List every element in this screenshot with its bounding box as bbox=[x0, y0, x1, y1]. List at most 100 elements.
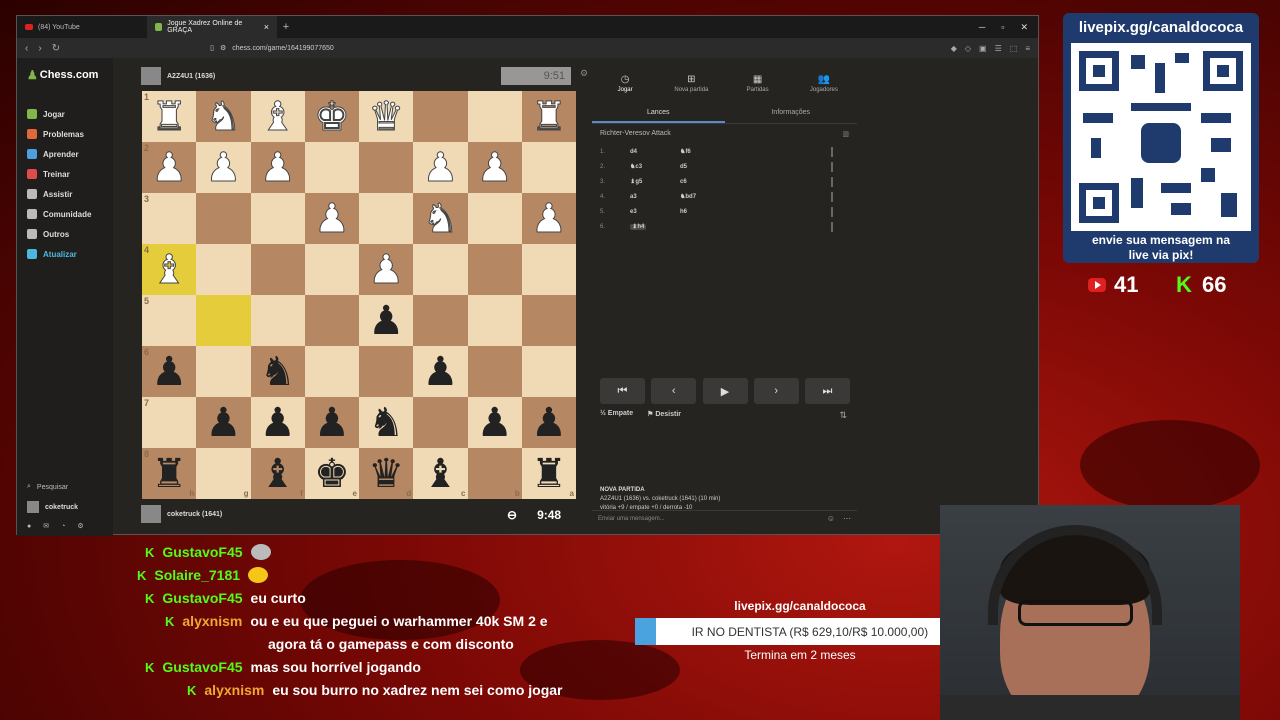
black-pawn-icon[interactable]: ♟ bbox=[368, 301, 404, 341]
flip-board-icon[interactable]: ⇅ bbox=[839, 410, 847, 421]
black-pawn-icon[interactable]: ♟ bbox=[314, 403, 350, 443]
chat-username[interactable]: alyxnism bbox=[204, 682, 264, 698]
board-square[interactable] bbox=[467, 346, 522, 397]
board-square[interactable] bbox=[413, 91, 468, 142]
user-item[interactable]: coketruck bbox=[27, 501, 78, 513]
black-pawn-icon[interactable]: ♟ bbox=[477, 403, 513, 443]
white-move[interactable]: d4 bbox=[630, 149, 680, 155]
extension-icon[interactable]: ▣ bbox=[979, 44, 987, 53]
forward-icon[interactable]: › bbox=[38, 43, 41, 54]
black-knight-icon[interactable]: ♞ bbox=[260, 352, 296, 392]
white-pawn-icon[interactable]: ♟ bbox=[313, 198, 350, 239]
url-field[interactable]: chess.com/game/164199077650 bbox=[232, 45, 334, 52]
board-square[interactable] bbox=[521, 295, 576, 346]
tab-partidas[interactable]: ▦ Partidas bbox=[725, 68, 791, 98]
board-square[interactable] bbox=[196, 346, 251, 397]
board-square[interactable]: c ♝ bbox=[413, 448, 468, 499]
board-square[interactable]: ♞ bbox=[359, 397, 414, 448]
chat-username[interactable]: Solaire_7181 bbox=[154, 567, 240, 583]
site-info-icon[interactable]: ⚙ bbox=[220, 44, 226, 52]
board-square[interactable] bbox=[196, 193, 251, 244]
board-square[interactable]: d ♛ bbox=[359, 448, 414, 499]
board-square[interactable] bbox=[359, 193, 414, 244]
white-move[interactable]: ♝g5 bbox=[630, 178, 680, 185]
chat-username[interactable]: GustavoF45 bbox=[162, 544, 242, 560]
black-bishop-icon[interactable]: ♝ bbox=[422, 454, 458, 494]
black-move[interactable]: ♞f6 bbox=[680, 148, 730, 155]
board-square[interactable]: e ♚ bbox=[304, 448, 359, 499]
board-square[interactable]: ♞ bbox=[250, 346, 305, 397]
mail-icon[interactable]: ✉ bbox=[43, 522, 49, 530]
extension-icon[interactable]: ☰ bbox=[995, 44, 1002, 53]
white-move[interactable]: a3 bbox=[630, 194, 680, 200]
extension-icon[interactable]: ⬚ bbox=[1010, 44, 1018, 53]
tab-jogadores[interactable]: 👥 Jogadores bbox=[791, 68, 857, 98]
white-pawn-icon[interactable]: ♟ bbox=[259, 147, 296, 188]
board-square[interactable]: ♟ bbox=[521, 397, 576, 448]
board-square[interactable]: ♟ bbox=[413, 346, 468, 397]
board-square[interactable] bbox=[250, 295, 305, 346]
sidebar-item-atualizar[interactable]: Atualizar bbox=[27, 249, 77, 259]
white-move[interactable]: ♞c3 bbox=[630, 163, 680, 170]
board-square[interactable]: 5 bbox=[142, 295, 197, 346]
board-square[interactable]: ♛ bbox=[359, 91, 414, 142]
board-square[interactable]: 3 bbox=[142, 193, 197, 244]
top-player-name[interactable]: A2Z4U1 (1636) bbox=[167, 73, 215, 80]
white-pawn-icon[interactable]: ♟ bbox=[205, 147, 242, 188]
tab-nova-partida[interactable]: ⊞ Nova partida bbox=[658, 68, 724, 98]
new-tab-button[interactable]: + bbox=[277, 21, 295, 33]
board-square[interactable] bbox=[304, 244, 359, 295]
sidebar-item-problemas[interactable]: Problemas bbox=[27, 129, 84, 139]
black-pawn-icon[interactable]: ♟ bbox=[422, 352, 458, 392]
tab-youtube[interactable]: (84) YouTube bbox=[17, 16, 147, 38]
board-square[interactable]: ♟ bbox=[196, 142, 251, 193]
black-rook-icon[interactable]: ♜ bbox=[151, 454, 187, 494]
chat-username[interactable]: GustavoF45 bbox=[162, 659, 242, 675]
black-move[interactable]: ♞bd7 bbox=[680, 193, 730, 200]
board-square[interactable] bbox=[196, 244, 251, 295]
board-square[interactable]: 1 ♜ bbox=[142, 91, 197, 142]
black-pawn-icon[interactable]: ♟ bbox=[205, 403, 241, 443]
board-square[interactable]: 2 ♟ bbox=[142, 142, 197, 193]
board-square[interactable]: ♟ bbox=[359, 244, 414, 295]
board-square[interactable]: b bbox=[467, 448, 522, 499]
chesscom-logo[interactable]: ♟ Chess.com bbox=[27, 68, 98, 82]
board-square[interactable] bbox=[196, 295, 251, 346]
white-king-icon[interactable]: ♚ bbox=[313, 96, 350, 137]
black-pawn-icon[interactable]: ♟ bbox=[260, 403, 296, 443]
board-square[interactable] bbox=[250, 193, 305, 244]
first-move-button[interactable]: ⏮ bbox=[600, 378, 645, 404]
black-move[interactable]: d5 bbox=[680, 164, 730, 170]
board-square[interactable] bbox=[521, 346, 576, 397]
chat-username[interactable]: GustavoF45 bbox=[162, 590, 242, 606]
subtab-informacoes[interactable]: Informações bbox=[725, 102, 858, 123]
menu-icon[interactable]: ≡ bbox=[1025, 44, 1030, 53]
black-knight-icon[interactable]: ♞ bbox=[368, 403, 404, 443]
board-square[interactable]: ♟ bbox=[304, 397, 359, 448]
chess-board[interactable]: 1 ♜ ♞ ♝ ♚ ♛ ♜ 2 ♟ ♟ ♟ ♟ ♟ 3 ♟ ♞ ♟ 4 ♝ ♟ 5 ♟ 6 ♟ ♞ ♟ 7 ♟ ♟ ♟ ♞ ♟ ♟ 8 h ♜ g f ♝ e… bbox=[142, 91, 576, 499]
board-square[interactable] bbox=[359, 142, 414, 193]
white-move[interactable]: ♝h4 bbox=[630, 223, 680, 230]
tab-chess[interactable]: Jogue Xadrez Online de GRAÇA × bbox=[147, 16, 277, 38]
board-square[interactable] bbox=[521, 142, 576, 193]
white-pawn-icon[interactable]: ♟ bbox=[151, 147, 188, 188]
white-move[interactable]: e3 bbox=[630, 209, 680, 215]
board-square[interactable]: 4 ♝ bbox=[142, 244, 197, 295]
sidebar-item-assistir[interactable]: Assistir bbox=[27, 189, 72, 199]
emoji-icon[interactable]: ☺ bbox=[827, 514, 835, 523]
board-square[interactable]: 7 bbox=[142, 397, 197, 448]
black-bishop-icon[interactable]: ♝ bbox=[260, 454, 296, 494]
white-queen-icon[interactable]: ♛ bbox=[368, 96, 405, 137]
board-square[interactable]: 8 h ♜ bbox=[142, 448, 197, 499]
bookmark-icon[interactable]: ▯ bbox=[210, 44, 214, 52]
white-pawn-icon[interactable]: ♟ bbox=[368, 249, 405, 290]
board-square[interactable]: ♞ bbox=[413, 193, 468, 244]
white-pawn-icon[interactable]: ♟ bbox=[530, 198, 567, 239]
white-pawn-icon[interactable]: ♟ bbox=[476, 147, 513, 188]
board-square[interactable]: ♟ bbox=[413, 142, 468, 193]
board-square[interactable] bbox=[467, 91, 522, 142]
board-settings-icon[interactable]: ⚙ bbox=[580, 68, 588, 79]
search-item[interactable]: ⌕ Pesquisar bbox=[27, 483, 68, 491]
board-square[interactable]: ♝ bbox=[250, 91, 305, 142]
board-square[interactable]: ♟ bbox=[196, 397, 251, 448]
